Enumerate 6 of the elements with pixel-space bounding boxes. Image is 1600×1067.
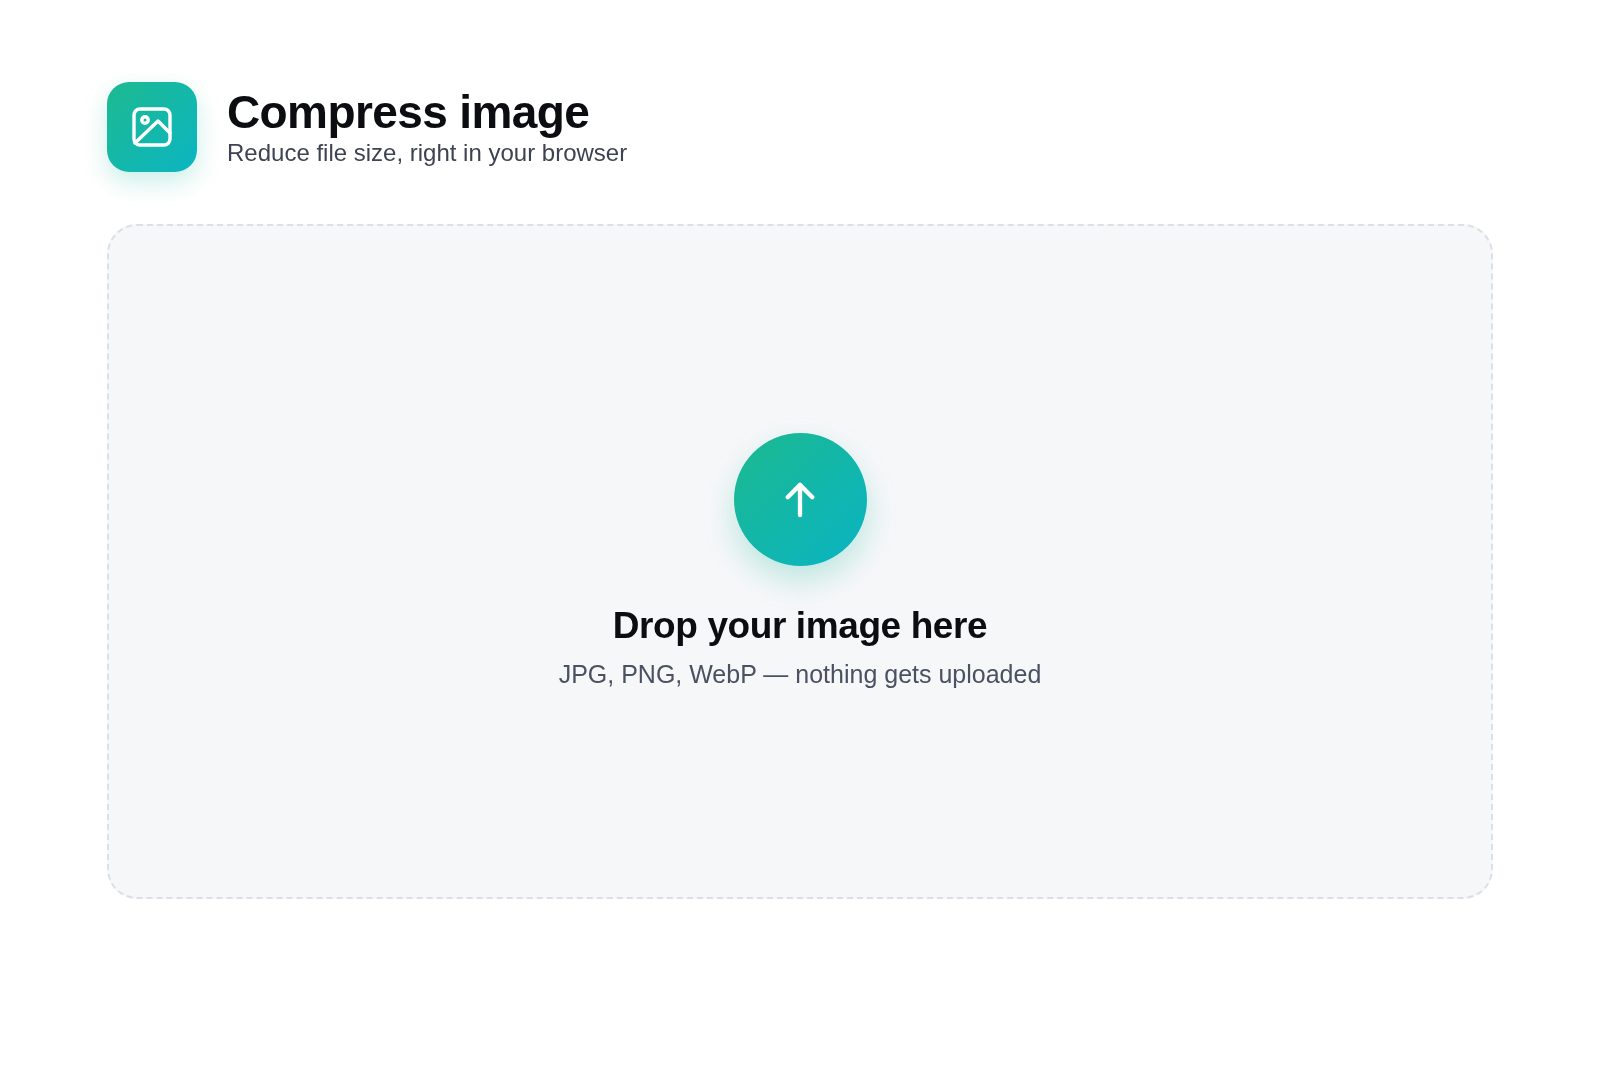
image-icon [107, 82, 197, 172]
drop-title: Drop your image here [612, 604, 988, 648]
page-title: Compress image [227, 86, 590, 138]
drop-hint: JPG, PNG, WebP — nothing gets uploaded [558, 659, 1042, 690]
page-subtitle: Reduce file size, right in your browser [227, 138, 628, 168]
drop-zone[interactable]: Drop your image here JPG, PNG, WebP — nothing gets uploaded [107, 224, 1493, 899]
